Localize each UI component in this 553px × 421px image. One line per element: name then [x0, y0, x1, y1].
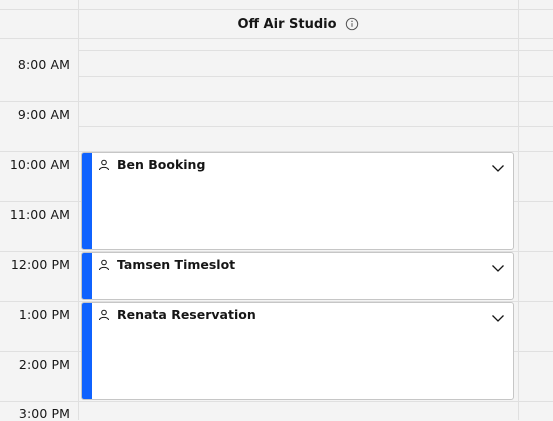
- chevron-down-icon[interactable]: [491, 161, 505, 175]
- chevron-down-icon[interactable]: [491, 261, 505, 275]
- booking-title-text: Ben Booking: [117, 157, 206, 172]
- resource-header: Off Air Studio: [78, 0, 518, 48]
- booking-card[interactable]: Ben Booking: [81, 152, 514, 250]
- person-icon: [99, 159, 109, 170]
- person-icon: [99, 309, 109, 320]
- time-label: 2:00 PM: [18, 357, 70, 372]
- booking-title: Renata Reservation: [98, 307, 256, 322]
- booking-accent: [82, 253, 92, 299]
- time-column-header: [0, 0, 78, 48]
- grid-line: [78, 50, 553, 51]
- person-icon: [99, 259, 109, 270]
- booking-title: Tamsen Timeslot: [98, 257, 235, 272]
- grid-divider: [78, 0, 79, 420]
- booking-accent: [82, 303, 92, 399]
- grid-line: [78, 76, 553, 77]
- booking-card[interactable]: Renata Reservation: [81, 302, 514, 400]
- time-label: 3:00 PM: [18, 406, 70, 421]
- calendar-header: Off Air Studio: [0, 0, 553, 48]
- booking-title: Ben Booking: [98, 157, 205, 172]
- grid-line: [0, 38, 553, 39]
- time-label: 1:00 PM: [18, 307, 70, 322]
- grid-line: [0, 9, 553, 10]
- booking-card[interactable]: Tamsen Timeslot: [81, 252, 514, 300]
- grid-line: [0, 101, 553, 102]
- booking-title-text: Renata Reservation: [117, 307, 256, 322]
- grid-divider: [518, 0, 519, 420]
- booking-accent: [82, 153, 92, 249]
- grid-line: [0, 401, 553, 402]
- time-label: 11:00 AM: [9, 207, 70, 222]
- time-label: 12:00 PM: [10, 257, 70, 272]
- grid-line: [78, 126, 553, 127]
- time-label: 9:00 AM: [17, 107, 70, 122]
- time-label: 8:00 AM: [17, 57, 70, 72]
- time-label: 10:00 AM: [9, 157, 70, 172]
- info-icon[interactable]: [345, 17, 359, 31]
- empty-column-header: [518, 0, 553, 48]
- resource-name: Off Air Studio: [237, 16, 337, 32]
- chevron-down-icon[interactable]: [491, 311, 505, 325]
- booking-title-text: Tamsen Timeslot: [117, 257, 236, 272]
